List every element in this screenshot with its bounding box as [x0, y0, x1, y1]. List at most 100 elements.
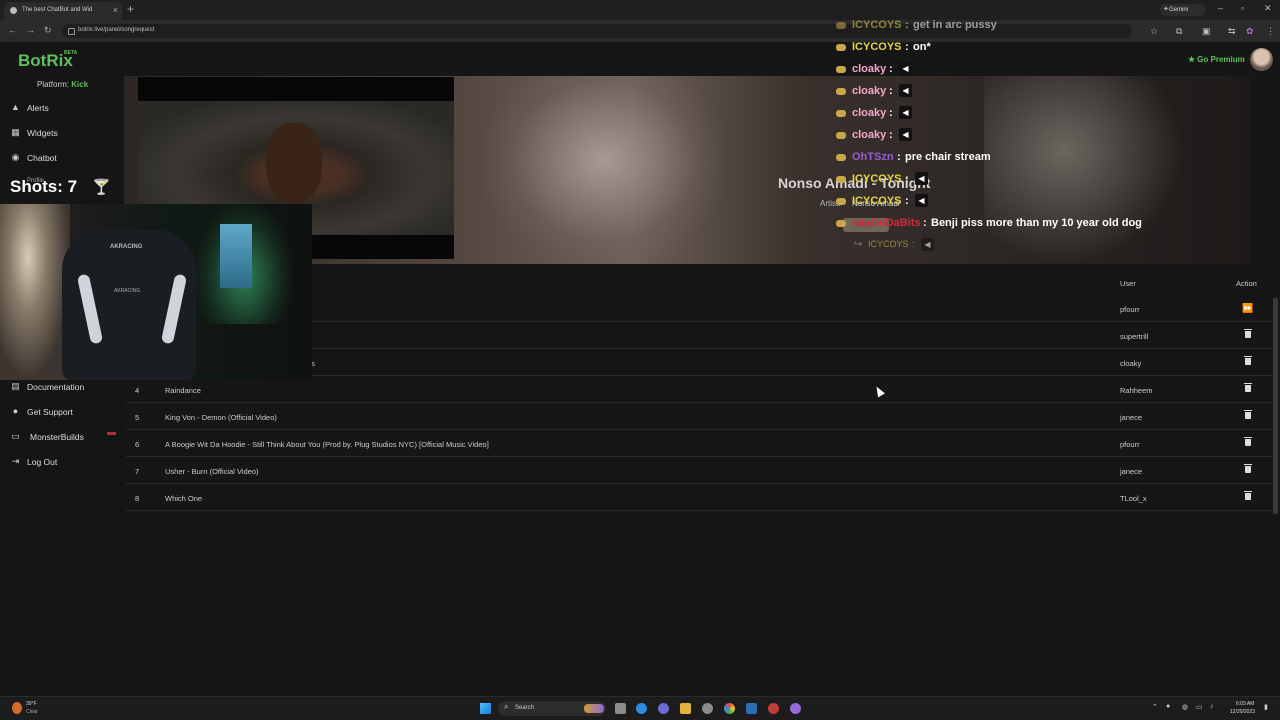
sidebar-item-label: Widgets [27, 128, 58, 138]
sidebar-item-chatbot[interactable]: ◉ Chatbot [0, 150, 124, 170]
sidebar-item-alerts[interactable]: ▲ Alerts [0, 100, 124, 120]
chat-badge-icon [836, 154, 846, 161]
webcam-overlay: AKRACING AKRACING [0, 204, 312, 380]
widgets-icon: ▦ [11, 127, 20, 137]
chat-badge-icon [836, 198, 846, 205]
song-title: A Boogie Wit Da Hoodie - Still Think Abo… [165, 440, 489, 449]
chat-badge-icon [836, 22, 846, 29]
notification-icon[interactable]: ▮ [1264, 703, 1268, 711]
volume-icon[interactable]: ♪ [1210, 703, 1214, 710]
row-index: 5 [135, 413, 140, 422]
file-explorer-icon[interactable] [680, 703, 691, 714]
emote-icon: ◀ [915, 194, 928, 207]
go-premium-link[interactable]: Go Premium [1188, 55, 1245, 64]
tab-title: The best ChatBot and Wid [22, 7, 93, 13]
chat-text: Benji piss more than my 10 year old dog [931, 217, 1142, 229]
chat-text: get in arc pussy [913, 19, 997, 31]
tray-app-icon[interactable]: ● [1166, 703, 1170, 710]
row-index: 8 [135, 494, 140, 503]
close-window-icon[interactable]: ✕ [1264, 3, 1272, 14]
christmas-tree [0, 204, 70, 380]
sidebar-item-label: Chatbot [27, 153, 57, 163]
extensions-icon[interactable]: ⧉ [1176, 26, 1182, 37]
skip-icon[interactable]: ⏩ [1242, 302, 1254, 314]
display-icon[interactable]: ▭ [1196, 703, 1203, 711]
network-icon[interactable]: ◍ [1182, 703, 1188, 711]
trash-icon[interactable] [1242, 464, 1254, 476]
maximize-icon[interactable]: ▫ [1241, 3, 1244, 13]
steam-icon[interactable] [746, 703, 757, 714]
sidebar-item-monsterbuilds[interactable]: ▭ MonsterBuilds [0, 429, 124, 449]
trash-icon[interactable] [1242, 329, 1254, 341]
table-row: 7 Usher - Burn (Official Video) janece [126, 457, 1272, 484]
weather-condition: Clear [26, 709, 38, 715]
copilot-icon[interactable] [658, 703, 669, 714]
sidebar-item-log-out[interactable]: ⇥ Log Out [0, 454, 124, 474]
song-title: King Von - Demon (Official Video) [165, 413, 277, 422]
requester: pfourr [1120, 305, 1140, 314]
table-row: 5 King Von - Demon (Official Video) jane… [126, 403, 1272, 430]
chat-username: ICYCOYS [852, 41, 902, 53]
bookmark-icon[interactable]: ☆ [1150, 26, 1158, 37]
search-highlight-icon [584, 704, 604, 713]
requester: pfourr [1120, 440, 1140, 449]
table-row: 4 Raindance Rahheem [126, 376, 1272, 403]
trash-icon[interactable] [1242, 437, 1254, 449]
sidepanel-icon[interactable]: ▣ [1202, 26, 1211, 37]
documentation-icon: ▤ [11, 381, 20, 391]
table-row: 8 Which One TLool_x [126, 484, 1272, 511]
song-title: Raindance [165, 386, 201, 395]
scrollbar[interactable] [1273, 298, 1278, 514]
obs-icon[interactable] [768, 703, 779, 714]
browser-tab-bar: The best ChatBot and Wid × + Gemini – ▫ … [0, 0, 1280, 20]
chat-separator: : [923, 217, 927, 229]
beta-badge: BETA [64, 50, 78, 56]
wall-poster [220, 224, 252, 288]
glass-icon: 🍸 [92, 179, 111, 196]
tab-close-icon[interactable]: × [113, 5, 118, 15]
edge-icon[interactable] [636, 703, 647, 714]
requester: janece [1120, 413, 1143, 422]
emote-icon: ◀ [899, 106, 912, 119]
chat-separator: : [897, 151, 901, 163]
menu-icon[interactable]: ⋮ [1266, 26, 1275, 37]
reload-icon[interactable]: ↻ [44, 25, 52, 36]
chat-separator: : [889, 129, 893, 141]
chat-separator: : [912, 239, 915, 249]
app-icon[interactable] [790, 703, 801, 714]
chevron-up-icon[interactable]: ⌃ [1152, 703, 1158, 711]
new-tab-button[interactable]: + [127, 2, 134, 16]
chat-username: OhTSzn [852, 151, 894, 163]
chrome-icon[interactable] [724, 703, 735, 714]
weather-icon[interactable] [12, 702, 22, 714]
extension-icon[interactable]: ⇆ [1228, 26, 1236, 37]
clock-time[interactable]: 6:03 AM [1236, 701, 1254, 707]
sidebar-item-label: MonsterBuilds [30, 432, 84, 442]
clock-date[interactable]: 12/20/2023 [1230, 709, 1255, 715]
start-icon[interactable] [480, 703, 491, 714]
browser-tab[interactable]: The best ChatBot and Wid × [4, 2, 122, 20]
favicon-icon [10, 7, 17, 14]
chat-username: cloaky [852, 129, 887, 141]
chat-separator: : [905, 173, 909, 185]
sidebar-item-documentation[interactable]: ▤ Documentation [0, 379, 124, 399]
minimize-icon[interactable]: – [1218, 3, 1223, 13]
avatar[interactable] [1250, 48, 1273, 71]
profile-extension-icon[interactable]: ✿ [1246, 26, 1254, 37]
song-title: Which One [165, 494, 203, 503]
trash-icon[interactable] [1242, 491, 1254, 503]
chat-username: sayOnDaBits [852, 217, 921, 229]
sidebar-item-widgets[interactable]: ▦ Widgets [0, 125, 124, 145]
forward-icon[interactable]: → [26, 25, 35, 35]
trash-icon[interactable] [1242, 410, 1254, 422]
trash-icon[interactable] [1242, 383, 1254, 395]
gemini-button[interactable]: Gemini [1160, 4, 1206, 16]
trash-icon[interactable] [1242, 356, 1254, 368]
chatbot-icon: ◉ [11, 152, 20, 162]
emote-icon: ◀ [899, 128, 912, 141]
back-icon[interactable]: ← [8, 25, 17, 35]
column-header-action: Action [1236, 279, 1257, 288]
settings-icon[interactable] [702, 703, 713, 714]
sidebar-item-get-support[interactable]: ● Get Support [0, 404, 124, 424]
task-view-icon[interactable] [615, 703, 626, 714]
